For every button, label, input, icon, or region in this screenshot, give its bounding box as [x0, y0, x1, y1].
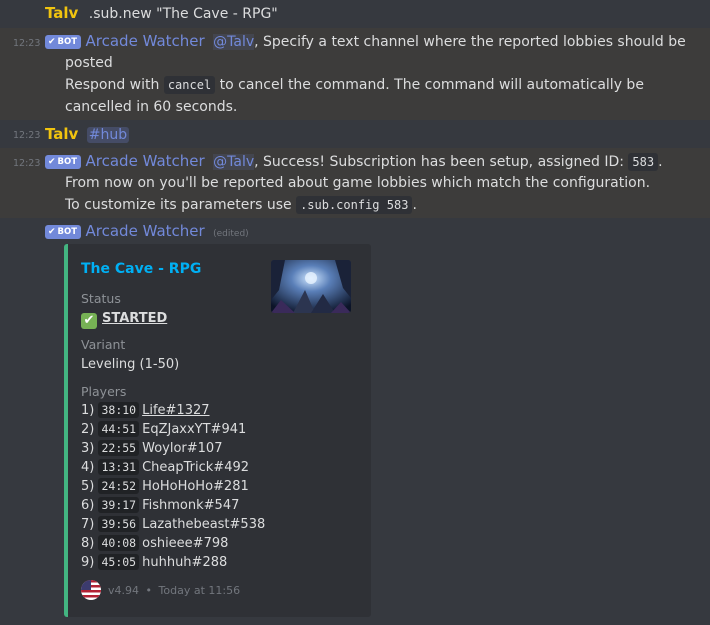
timestamp: 12:23: [13, 130, 41, 141]
message-text: to cancel the command. The command will …: [219, 77, 644, 93]
variant-value: Leveling (1-50): [81, 357, 180, 372]
player-row: 8) 40:08 oshieee#798: [81, 535, 229, 551]
embed-footer: v4.94 • Today at 11:56: [81, 580, 240, 600]
player-row: 7) 39:56 Lazathebeast#538: [81, 516, 266, 532]
embed-thumbnail[interactable]: [271, 260, 351, 313]
footer-time: Today at 11:56: [158, 584, 241, 597]
message-text: From now on you'll be reported about gam…: [65, 175, 651, 191]
players-label: Players: [81, 384, 127, 399]
inline-code: .sub.config 583: [296, 196, 413, 214]
user-mention[interactable]: @Talv: [213, 34, 255, 50]
author-name[interactable]: Arcade Watcher: [86, 152, 205, 170]
message-text: .sub.new "The Cave - RPG": [88, 6, 278, 22]
message-bot-prompt: 12:23 ✔ BOT Arcade Watcher @Talv, Specify…: [0, 28, 710, 120]
message-text: cancelled in 60 seconds.: [65, 99, 238, 115]
verified-check-icon: ✔: [48, 37, 56, 47]
embed-title[interactable]: The Cave - RPG: [81, 261, 201, 277]
timestamp: 12:23: [13, 158, 41, 169]
channel-mention[interactable]: #hub: [86, 127, 130, 143]
variant-label: Variant: [81, 337, 126, 352]
player-row: 9) 45:05 huhhuh#288: [81, 554, 228, 570]
lobby-embed: The Cave - RPG Status ✔ STARTED Variant L…: [64, 244, 371, 617]
message-text: To customize its parameters use: [65, 197, 292, 213]
message-talv-channel: 12:23 Talv #hub: [0, 122, 710, 148]
author-name[interactable]: Talv: [45, 4, 78, 22]
message-text: Respond with: [65, 77, 160, 93]
player-row: 4) 13:31 CheapTrick#492: [81, 459, 250, 475]
message-text: , Specify a text channel where the repor…: [254, 34, 686, 50]
bot-badge: ✔ BOT: [45, 225, 82, 239]
player-link[interactable]: Life#1327: [142, 403, 209, 418]
message-bot-embed: ✔ BOT Arcade Watcher (edited): [0, 220, 710, 244]
verified-check-icon: ✔: [48, 227, 56, 237]
inline-code: 583: [628, 153, 659, 171]
bot-badge: ✔ BOT: [45, 155, 82, 169]
status-value: ✔ STARTED: [81, 311, 167, 329]
message-text: .: [412, 197, 417, 213]
author-name[interactable]: Arcade Watcher: [86, 32, 205, 50]
bot-badge: ✔ BOT: [45, 35, 82, 49]
player-row: 5) 24:52 HoHoHoHo#281: [81, 478, 249, 494]
footer-separator: •: [145, 584, 153, 597]
message-text: .: [658, 154, 663, 170]
player-row: 6) 39:17 Fishmonk#547: [81, 497, 240, 513]
message-text: , Success! Subscription has been setup, …: [254, 154, 624, 170]
player-row: 3) 22:55 Woylor#107: [81, 440, 223, 456]
author-name[interactable]: Talv: [45, 125, 78, 143]
player-row: 1) 38:10 Life#1327: [81, 402, 210, 418]
us-flag-icon: [81, 580, 101, 600]
status-text[interactable]: STARTED: [102, 311, 167, 326]
edited-label: (edited): [213, 229, 249, 239]
verified-check-icon: ✔: [48, 157, 56, 167]
cave-thumbnail-image: [271, 260, 351, 313]
user-mention[interactable]: @Talv: [213, 154, 255, 170]
message-talv-command: Talv .sub.new "The Cave - RPG": [0, 0, 710, 28]
author-name[interactable]: Arcade Watcher: [86, 222, 205, 240]
status-label: Status: [81, 291, 121, 306]
footer-version: v4.94: [108, 584, 140, 597]
inline-code: cancel: [163, 76, 216, 94]
message-bot-success: 12:23 ✔ BOT Arcade Watcher @Talv, Success…: [0, 148, 710, 218]
player-row: 2) 44:51 EqZJaxxYT#941: [81, 421, 247, 437]
check-mark-icon: ✔: [81, 313, 97, 329]
message-text: posted: [65, 55, 113, 71]
timestamp: 12:23: [13, 38, 41, 49]
